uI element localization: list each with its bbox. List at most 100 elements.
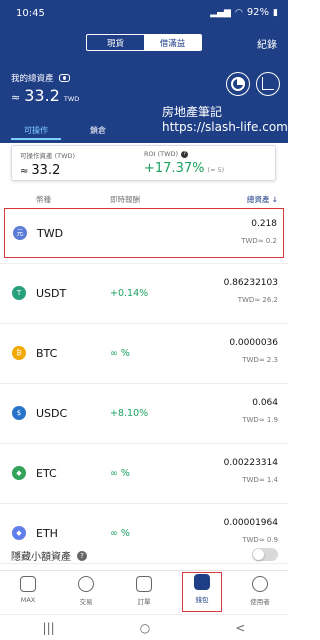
total-assets-value-row: ≈ 33.2 TWD: [11, 86, 79, 105]
coin-twd-value: TWD≈ 26.2: [237, 296, 278, 304]
asset-tabs: 可操作 鎖倉: [11, 125, 123, 140]
coin-icon: T: [12, 286, 26, 300]
coin-change: +8.10%: [110, 407, 149, 419]
coin-name: USDT: [36, 286, 67, 300]
total-assets-value: 33.2: [24, 86, 60, 105]
nav-label: 使用者: [250, 598, 270, 606]
coin-change: ∞ %: [110, 527, 130, 539]
status-icons: ▂▄▆ ◠ 92% ▮: [210, 7, 278, 18]
column-change: 即時報酬: [110, 195, 140, 204]
help-icon[interactable]: ?: [77, 550, 87, 561]
coin-name: BTC: [36, 346, 58, 360]
coin-row[interactable]: ₿ BTC ∞ % 0.0000036 TWD≈ 2.3: [4, 328, 284, 378]
roi-note: (≈ 5): [207, 166, 225, 174]
nav-user[interactable]: 使用者: [240, 575, 280, 611]
summary-card: 可操作資產 (TWD) ≈ 33.2 ROI (TWD) ? +17.37% (…: [11, 145, 276, 181]
coin-twd-value: TWD≈ 0.2: [241, 237, 277, 245]
watermark-title: 房地產筆記: [162, 105, 223, 119]
nav-orders[interactable]: 訂單: [124, 575, 164, 611]
column-total-sort[interactable]: 總資產 ↓: [247, 194, 278, 205]
row-divider: [0, 383, 288, 384]
roi-label-row: ROI (TWD) ?: [144, 150, 224, 158]
line-chart-icon: [262, 77, 274, 90]
operable-label: 可操作資產 (TWD): [20, 152, 76, 160]
coin-amount: 0.0000036: [229, 338, 278, 348]
roi-label: ROI (TWD): [144, 150, 179, 158]
help-icon[interactable]: ?: [181, 150, 189, 158]
approx-symbol: ≈: [20, 166, 29, 177]
roi: ROI (TWD) ? +17.37% (≈ 5): [144, 150, 224, 176]
hide-small-assets: 隱藏小額資產 ?: [11, 548, 87, 563]
signal-icon: ▂▄▆: [210, 7, 231, 18]
recent-apps-icon[interactable]: |||: [43, 621, 55, 635]
coin-icon: ₿: [12, 346, 26, 360]
wifi-icon: ◠: [234, 7, 243, 18]
total-assets-label-row: 我的總資產: [11, 72, 70, 84]
bottom-nav: MAX 交易 訂單 錢包 使用者: [0, 570, 288, 614]
row-divider: [0, 503, 288, 504]
market-segment: 現貨 借滿益: [86, 34, 202, 51]
row-divider: [0, 563, 288, 564]
coin-change: ∞ %: [110, 467, 130, 479]
hide-small-toggle[interactable]: [252, 548, 278, 561]
tab-operable[interactable]: 可操作: [11, 125, 61, 140]
operable-assets: 可操作資產 (TWD) ≈ 33.2: [20, 150, 75, 178]
pie-chart-button[interactable]: [226, 72, 250, 96]
row-divider: [0, 443, 288, 444]
coin-icon: ◆: [12, 526, 26, 540]
segment-spot[interactable]: 現貨: [87, 35, 144, 50]
watermark: 房地產筆記 https://slash-life.com: [162, 105, 288, 135]
coin-row[interactable]: T USDT +0.14% 0.86232103 TWD≈ 26.2: [4, 268, 284, 318]
nav-label: 錢包: [195, 596, 209, 604]
row-divider: [0, 263, 288, 264]
operable-value-row: ≈ 33.2: [20, 163, 75, 178]
nav-trade[interactable]: 交易: [66, 575, 106, 611]
roi-value: +17.37%: [144, 161, 205, 176]
battery-level: 92%: [246, 7, 270, 18]
operable-value: 33.2: [31, 163, 61, 178]
tab-locked[interactable]: 鎖倉: [73, 125, 123, 140]
coin-row[interactable]: 元 TWD 0.218 TWD≈ 0.2: [4, 208, 284, 258]
eye-icon[interactable]: [58, 74, 70, 82]
coin-twd-value: TWD≈ 1.4: [242, 476, 278, 484]
system-nav: ||| ○ <: [0, 614, 288, 640]
coin-twd-value: TWD≈ 0.9: [242, 536, 278, 544]
pie-chart-icon: [231, 77, 245, 91]
nav-label: 訂單: [137, 598, 151, 606]
coin-row[interactable]: ◆ ETC ∞ % 0.00223314 TWD≈ 1.4: [4, 448, 284, 498]
coin-change: ∞ %: [110, 347, 130, 359]
home-icon[interactable]: ○: [140, 621, 150, 635]
coin-icon: $: [12, 406, 26, 420]
watermark-url: https://slash-life.com: [162, 120, 288, 134]
nav-wallet[interactable]: 錢包: [182, 572, 222, 612]
status-bar: 10:45 ▂▄▆ ◠ 92% ▮: [0, 0, 288, 24]
segment-margin[interactable]: 借滿益: [144, 35, 201, 50]
back-icon[interactable]: <: [235, 621, 245, 635]
max-logo-icon: [20, 576, 36, 592]
history-link[interactable]: 紀錄: [257, 36, 277, 51]
trend-chart-button[interactable]: [256, 72, 280, 96]
status-time: 10:45: [16, 8, 45, 19]
header: 10:45 ▂▄▆ ◠ 92% ▮ 現貨 借滿益 紀錄 我的總資產 ≈ 33.2…: [0, 0, 288, 143]
exchange-icon: [78, 576, 94, 592]
coin-row[interactable]: $ USDC +8.10% 0.064 TWD≈ 1.9: [4, 388, 284, 438]
nav-label: MAX: [20, 596, 36, 604]
coin-amount: 0.00001964: [223, 518, 278, 528]
row-divider: [0, 323, 288, 324]
wallet-icon: [194, 574, 210, 590]
user-icon: [252, 576, 268, 592]
coin-amount: 0.00223314: [223, 458, 278, 468]
coin-icon: 元: [13, 226, 27, 240]
coin-icon: ◆: [12, 466, 26, 480]
hide-small-label: 隱藏小額資產: [11, 552, 71, 563]
nav-max[interactable]: MAX: [8, 575, 48, 611]
coin-name: ETH: [36, 526, 58, 540]
coin-twd-value: TWD≈ 1.9: [242, 416, 278, 424]
nav-label: 交易: [79, 598, 93, 606]
column-currency: 幣種: [36, 195, 51, 204]
coin-name: USDC: [36, 406, 68, 420]
coin-name: TWD: [37, 226, 64, 240]
battery-icon: ▮: [273, 7, 278, 18]
orders-icon: [136, 576, 152, 592]
coin-amount: 0.064: [252, 398, 278, 408]
